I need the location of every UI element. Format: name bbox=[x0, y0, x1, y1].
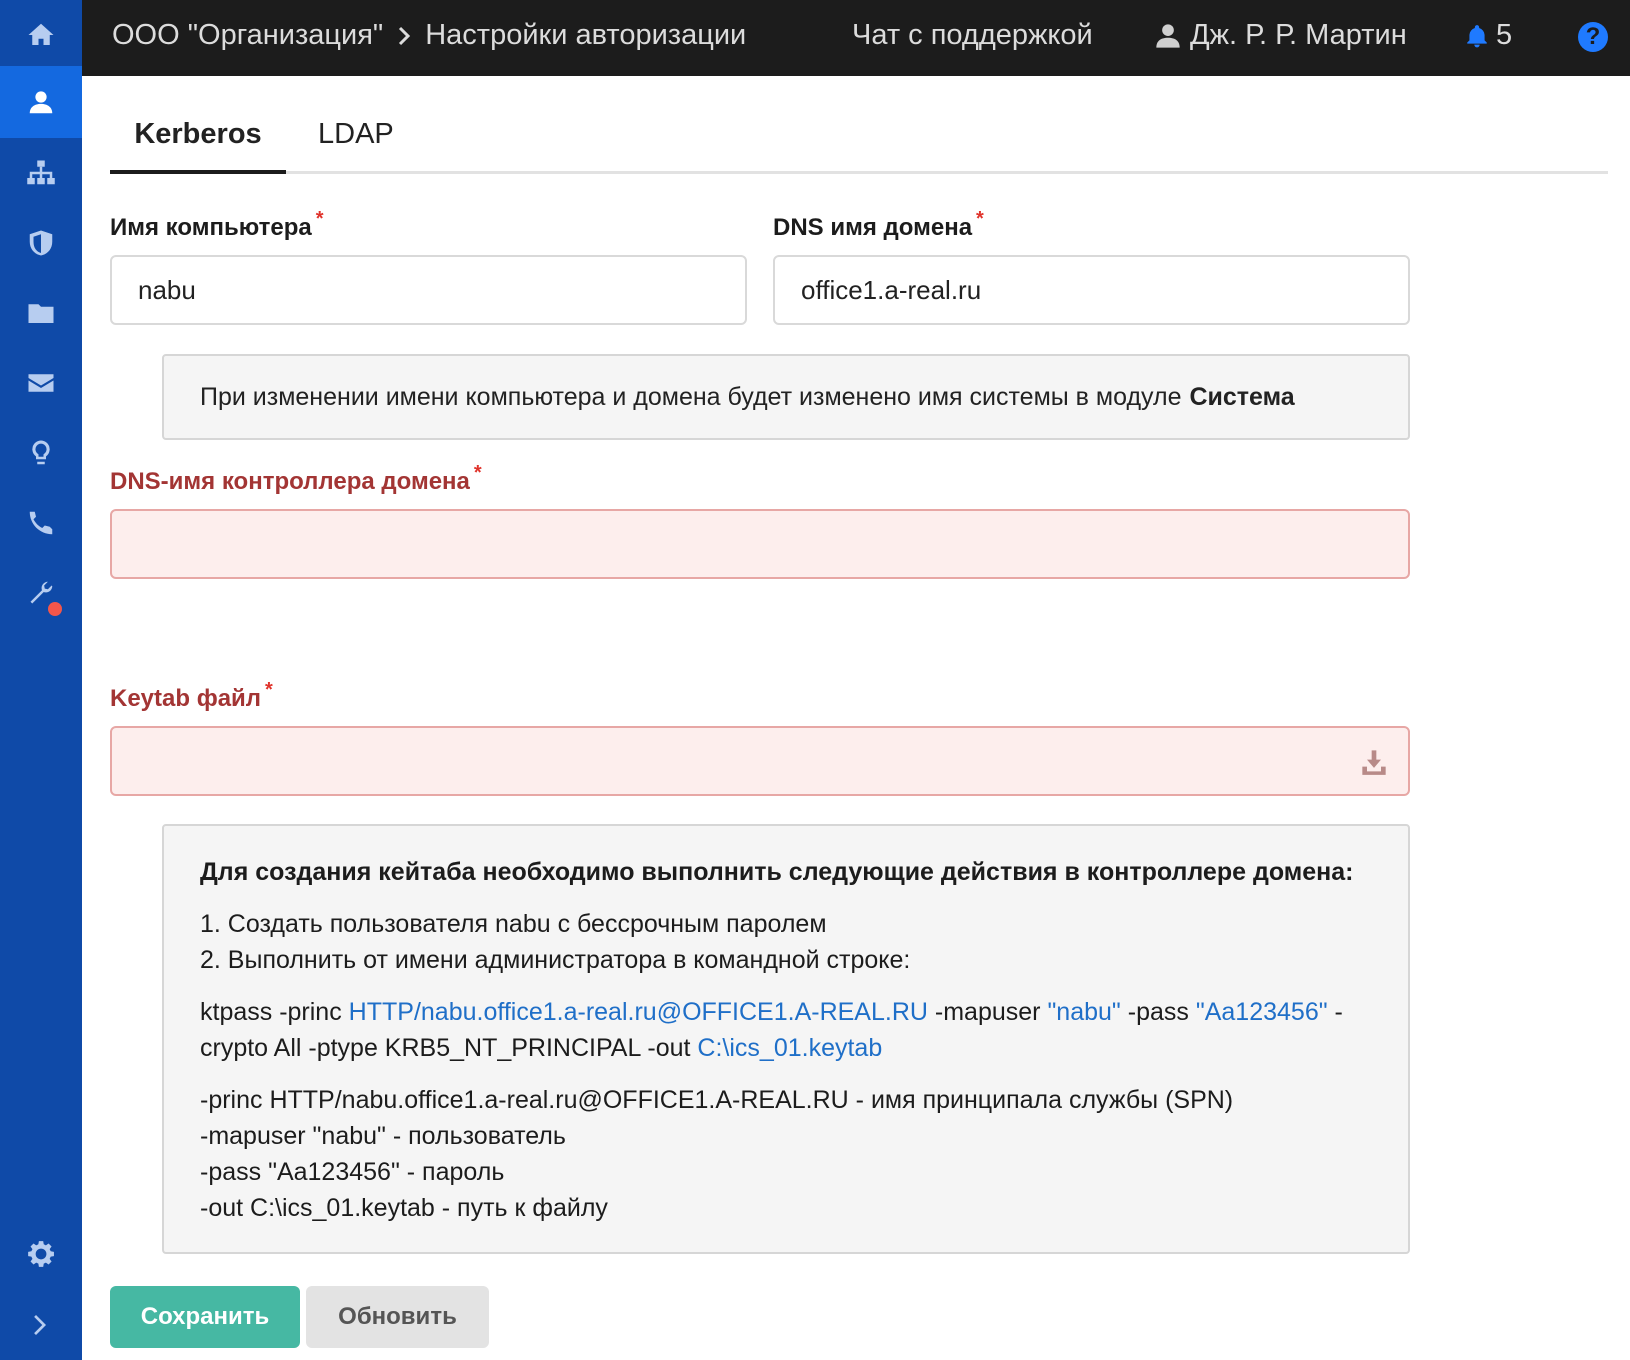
bell-icon bbox=[1467, 24, 1487, 47]
sidebar-item-settings[interactable] bbox=[0, 1220, 82, 1290]
instructions-step-2: 2. Выполнить от имени администратора в к… bbox=[200, 946, 911, 974]
sidebar-item-home[interactable] bbox=[0, 0, 82, 70]
dc-dns-field[interactable] bbox=[110, 509, 1410, 579]
sidebar bbox=[0, 0, 82, 1360]
user-name: Дж. Р. Р. Мартин bbox=[1190, 19, 1407, 51]
notification-dot bbox=[48, 602, 62, 616]
sidebar-expand[interactable] bbox=[0, 1290, 82, 1360]
phone-icon bbox=[29, 511, 53, 535]
command-mapuser[interactable]: "nabu" bbox=[1047, 998, 1120, 1026]
sidebar-item-structure[interactable] bbox=[0, 138, 82, 208]
tab-bar: Kerberos LDAP bbox=[110, 100, 1608, 174]
user-icon bbox=[1156, 23, 1180, 48]
ktpass-command: ktpass -princ HTTP/nabu.office1.a-real.r… bbox=[200, 998, 1343, 1062]
notifications-button[interactable]: 5 bbox=[1464, 19, 1512, 52]
required-mark: * bbox=[315, 208, 324, 230]
legend-line: -out C:\ics_01.keytab - путь к файлу bbox=[200, 1194, 608, 1222]
instructions-step-1: 1. Создать пользователя nabu с бессрочны… bbox=[200, 910, 827, 938]
shield-icon bbox=[29, 230, 53, 256]
rename-note: При изменении имени компьютера и домена … bbox=[162, 354, 1410, 440]
help-icon[interactable]: ? bbox=[1578, 22, 1608, 52]
folder-icon bbox=[28, 304, 54, 323]
dns-domain-label: DNS имя домена * bbox=[773, 208, 984, 241]
command-out[interactable]: C:\ics_01.keytab bbox=[697, 1034, 882, 1062]
keytab-instructions: Для создания кейтаба необходимо выполнит… bbox=[162, 824, 1410, 1254]
required-mark: * bbox=[976, 208, 984, 230]
sidebar-item-security[interactable] bbox=[0, 208, 82, 278]
command-pass[interactable]: "Aa123456" bbox=[1196, 998, 1328, 1026]
chevron-right-icon bbox=[34, 1315, 46, 1335]
save-button[interactable]: Сохранить bbox=[110, 1286, 300, 1348]
envelope-icon bbox=[28, 374, 54, 392]
legend-line: -princ HTTP/nabu.office1.a-real.ru@OFFIC… bbox=[200, 1086, 1234, 1114]
computer-name-field[interactable]: nabu bbox=[110, 255, 747, 325]
tab-ldap[interactable]: LDAP bbox=[318, 118, 394, 151]
notifications-count: 5 bbox=[1496, 19, 1513, 51]
sidebar-item-mail[interactable] bbox=[0, 348, 82, 418]
sidebar-item-files[interactable] bbox=[0, 278, 82, 348]
rename-note-text: При изменении имени компьютера и домена … bbox=[200, 382, 1182, 411]
upload-icon[interactable] bbox=[1360, 748, 1388, 776]
user-menu[interactable]: Дж. Р. Р. Мартин bbox=[1154, 19, 1407, 52]
dns-domain-field[interactable]: office1.a-real.ru bbox=[773, 255, 1410, 325]
instructions-title: Для создания кейтаба необходимо выполнит… bbox=[200, 858, 1354, 886]
lightbulb-icon bbox=[32, 440, 50, 465]
dc-dns-label: DNS-имя контроллера домена * bbox=[110, 462, 482, 495]
breadcrumb-organization[interactable]: ООО "Организация" bbox=[112, 19, 383, 52]
hierarchy-icon bbox=[27, 160, 55, 185]
breadcrumb: ООО "Организация" Настройки авторизации bbox=[112, 19, 746, 52]
keytab-file-field[interactable] bbox=[110, 726, 1410, 796]
refresh-button[interactable]: Обновить bbox=[306, 1286, 489, 1348]
tab-kerberos[interactable]: Kerberos bbox=[110, 118, 286, 174]
sidebar-item-telephony[interactable] bbox=[0, 488, 82, 558]
sidebar-item-tools[interactable] bbox=[0, 558, 82, 628]
sidebar-item-ideas[interactable] bbox=[0, 418, 82, 488]
required-mark: * bbox=[473, 462, 482, 484]
keytab-label: Keytab файл * bbox=[110, 679, 273, 712]
computer-name-label: Имя компьютера * bbox=[110, 208, 324, 241]
sidebar-item-users[interactable] bbox=[0, 66, 82, 138]
home-icon bbox=[28, 23, 54, 45]
user-icon bbox=[29, 91, 53, 114]
breadcrumb-current-page: Настройки авторизации bbox=[425, 19, 747, 51]
required-mark: * bbox=[265, 679, 273, 701]
legend-line: -pass "Aa123456" - пароль bbox=[200, 1158, 505, 1186]
topbar: ООО "Организация" Настройки авторизации … bbox=[82, 0, 1630, 76]
legend-line: -mapuser "nabu" - пользователь bbox=[200, 1122, 566, 1150]
command-principal[interactable]: HTTP/nabu.office1.a-real.ru@OFFICE1.A-RE… bbox=[349, 998, 928, 1026]
chevron-right-icon bbox=[399, 26, 411, 45]
gear-icon bbox=[28, 1241, 54, 1267]
command-legend: -princ HTTP/nabu.office1.a-real.ru@OFFIC… bbox=[200, 1082, 1372, 1226]
rename-note-module: Система bbox=[1189, 382, 1295, 411]
support-chat-link[interactable]: Чат с поддержкой bbox=[852, 19, 1093, 52]
